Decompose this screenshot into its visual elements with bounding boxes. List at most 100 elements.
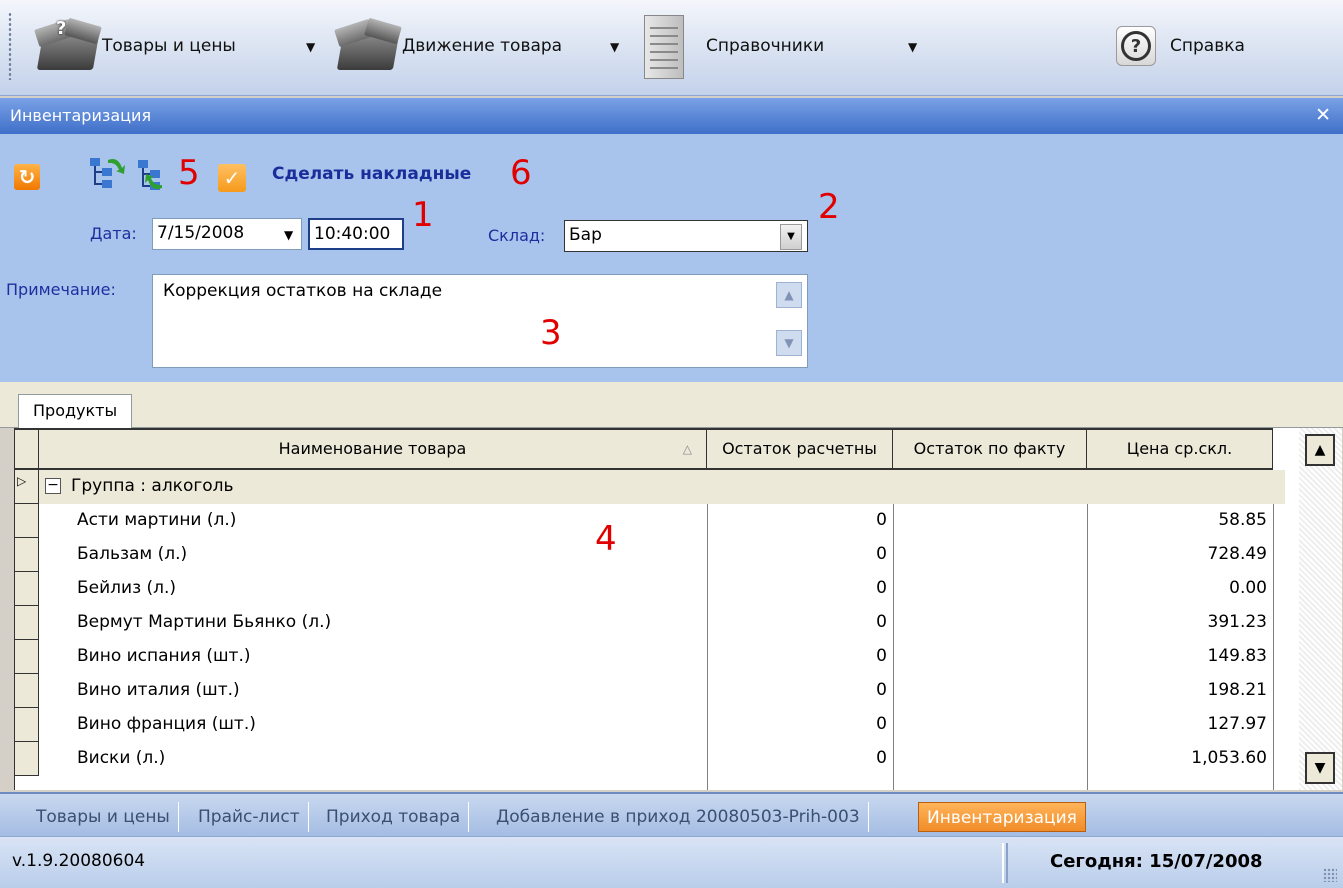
- cell-name: Вино италия (шт.): [77, 680, 240, 700]
- menu-goods-movement[interactable]: Движение товара: [334, 14, 562, 78]
- help-icon: ?: [1116, 26, 1156, 66]
- table-row[interactable]: Вино италия (шт.) 0 198.21: [15, 674, 1285, 708]
- close-icon[interactable]: ✕: [1315, 104, 1331, 126]
- column-header-avg-price[interactable]: Цена ср.скл.: [1087, 428, 1273, 470]
- cell-avg-price: 58.85: [1218, 510, 1267, 530]
- cell-avg-price: 0.00: [1229, 578, 1267, 598]
- resize-grip-icon[interactable]: [1323, 868, 1337, 882]
- window-tab-goods-receipt[interactable]: Приход товара: [318, 802, 470, 832]
- table-row[interactable]: Асти мартини (л.) 0 58.85: [15, 504, 1285, 538]
- window-tab-goods-prices[interactable]: Товары и цены: [28, 802, 179, 832]
- menu-goods-prices-label: Товары и цены: [102, 36, 236, 56]
- cell-avg-price: 198.21: [1207, 680, 1267, 700]
- row-pointer-icon: ▷: [17, 474, 27, 488]
- cell-calc-stock: 0: [876, 510, 887, 530]
- column-header-fact-stock[interactable]: Остаток по факту: [893, 428, 1087, 470]
- grid-corner: [15, 428, 39, 470]
- group-row[interactable]: ▷ − Группа : алкоголь: [15, 470, 1285, 504]
- table-row[interactable]: Бейлиз (л.) 0 0.00: [15, 572, 1285, 606]
- column-header-name-label: Наименование товара: [278, 439, 467, 458]
- menu-references-label: Справочники: [706, 36, 825, 56]
- annotation-4: 4: [595, 519, 617, 559]
- annotation-6: 6: [510, 153, 532, 193]
- note-value: Коррекция остатков на складе: [163, 281, 443, 301]
- tab-products[interactable]: Продукты: [18, 394, 133, 429]
- cell-avg-price: 1,053.60: [1191, 748, 1267, 768]
- annotation-3: 3: [540, 313, 562, 353]
- menu-references[interactable]: Справочники: [640, 11, 825, 81]
- menu-help[interactable]: ? Справка: [1116, 14, 1245, 78]
- annotation-2: 2: [818, 187, 840, 227]
- cell-calc-stock: 0: [876, 680, 887, 700]
- row-indicator: ▷: [15, 470, 39, 504]
- menu-goods-prices[interactable]: ? Товары и цены: [34, 14, 236, 78]
- note-textarea[interactable]: Коррекция остатков на складе: [152, 274, 808, 368]
- table-row[interactable]: Виски (л.) 0 1,053.60: [15, 742, 1285, 776]
- menu-goods-movement-label: Движение товара: [402, 36, 563, 56]
- box-question-icon: ?: [34, 16, 102, 76]
- menu-help-label: Справка: [1170, 36, 1245, 56]
- window-tab-price-list[interactable]: Прайс-лист: [190, 802, 309, 832]
- cell-calc-stock: 0: [876, 578, 887, 598]
- annotation-5: 5: [178, 153, 200, 193]
- note-scroll-up-button[interactable]: ▲: [776, 282, 802, 308]
- warehouse-dropdown-button[interactable]: ▼: [780, 224, 802, 250]
- chevron-down-icon[interactable]: ▼: [306, 40, 315, 54]
- warehouse-select[interactable]: Бар: [564, 220, 808, 252]
- notebook-icon: [640, 11, 688, 81]
- tab-products-label: Продукты: [33, 401, 118, 420]
- toolbar-grip[interactable]: [8, 12, 12, 80]
- window-tab-add-to-receipt[interactable]: Добавление в приход 20080503-Prih-003: [488, 802, 869, 832]
- make-invoices-button[interactable]: Сделать накладные: [272, 164, 471, 184]
- cell-fact-stock[interactable]: [893, 742, 1087, 776]
- cell-calc-stock: 0: [876, 714, 887, 734]
- window-header: Инвентаризация ✕: [0, 98, 1343, 134]
- cell-name: Асти мартини (л.): [77, 510, 237, 530]
- tree-expand-icon[interactable]: [86, 156, 126, 192]
- today-date: Сегодня: 15/07/2008: [1050, 851, 1263, 872]
- inventory-form: ↻ 5 ✓ Сделать накладные 6 Дата: 7/15/200…: [0, 134, 1343, 382]
- status-separator: [1002, 843, 1008, 883]
- column-header-name[interactable]: Наименование товара △: [39, 428, 707, 470]
- date-label: Дата:: [90, 224, 137, 243]
- table-row[interactable]: Вино испания (шт.) 0 149.83: [15, 640, 1285, 674]
- table-row[interactable]: Вино франция (шт.) 0 127.97: [15, 708, 1285, 742]
- date-field[interactable]: 7/15/2008: [152, 218, 302, 250]
- window-tab-inventory[interactable]: Инвентаризация: [918, 802, 1086, 832]
- window-title: Инвентаризация: [10, 106, 152, 125]
- grid-vertical-scrollbar[interactable]: ▲ ▼: [1299, 428, 1342, 790]
- cell-name: Вино испания (шт.): [77, 646, 251, 666]
- box-icon: [334, 16, 402, 76]
- column-header-calc-stock[interactable]: Остаток расчетны: [707, 428, 893, 470]
- table-row[interactable]: Вермут Мартини Бьянко (л.) 0 391.23: [15, 606, 1285, 640]
- chevron-down-icon[interactable]: ▼: [284, 228, 293, 242]
- refresh-icon[interactable]: ↻: [14, 164, 40, 190]
- cell-fact-stock[interactable]: [893, 708, 1087, 742]
- annotation-1: 1: [412, 195, 434, 235]
- cell-fact-stock[interactable]: [893, 674, 1087, 708]
- scroll-up-button[interactable]: ▲: [1305, 434, 1335, 466]
- time-value: 10:40:00: [314, 224, 391, 244]
- cell-fact-stock[interactable]: [893, 640, 1087, 674]
- cell-fact-stock[interactable]: [893, 606, 1087, 640]
- checkmark-icon[interactable]: ✓: [218, 164, 246, 192]
- cell-avg-price: 728.49: [1207, 544, 1267, 564]
- time-field[interactable]: 10:40:00: [308, 218, 404, 250]
- cell-fact-stock[interactable]: [893, 572, 1087, 606]
- cell-fact-stock[interactable]: [893, 538, 1087, 572]
- chevron-down-icon[interactable]: ▼: [610, 40, 619, 54]
- cell-calc-stock: 0: [876, 748, 887, 768]
- note-scroll-down-button[interactable]: ▼: [776, 330, 802, 356]
- collapse-icon[interactable]: −: [45, 478, 61, 494]
- table-row[interactable]: Бальзам (л.) 0 728.49: [15, 538, 1285, 572]
- window-tabs: Товары и цены Прайс-лист Приход товара Д…: [0, 792, 1343, 836]
- chevron-down-icon[interactable]: ▼: [908, 40, 917, 54]
- cell-name: Вино франция (шт.): [77, 714, 256, 734]
- cell-avg-price: 149.83: [1207, 646, 1267, 666]
- tree-collapse-icon[interactable]: [134, 158, 170, 192]
- cell-calc-stock: 0: [876, 544, 887, 564]
- products-grid: Наименование товара △ Остаток расчетны О…: [14, 428, 1342, 790]
- sort-ascending-icon: △: [682, 442, 692, 456]
- scroll-down-button[interactable]: ▼: [1305, 752, 1335, 784]
- cell-fact-stock[interactable]: [893, 504, 1087, 538]
